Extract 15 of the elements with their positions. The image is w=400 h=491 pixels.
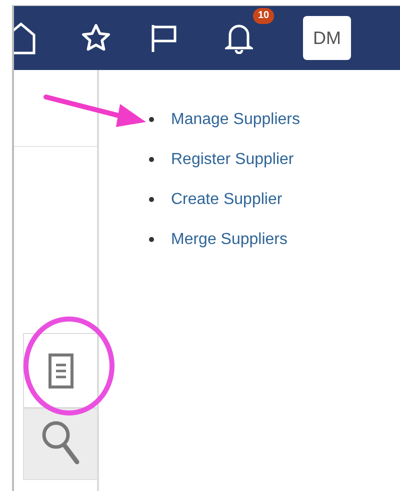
side-panel-tab[interactable] [23, 408, 97, 480]
side-panel-tab[interactable] [23, 333, 97, 408]
notification-badge: 10 [253, 8, 274, 24]
bullet-icon [149, 157, 154, 162]
document-icon [48, 352, 74, 388]
task-link[interactable]: Register Supplier [171, 149, 294, 170]
task-link[interactable]: Create Supplier [171, 189, 282, 210]
bell-icon[interactable] [225, 22, 253, 54]
bullet-icon [149, 237, 154, 242]
bullet-icon [149, 197, 154, 202]
bullet-icon [149, 117, 154, 122]
task-link[interactable]: Manage Suppliers [171, 109, 300, 130]
user-avatar[interactable]: DM [303, 16, 351, 60]
task-link[interactable]: Merge Suppliers [171, 229, 288, 250]
home-icon[interactable] [14, 21, 36, 55]
